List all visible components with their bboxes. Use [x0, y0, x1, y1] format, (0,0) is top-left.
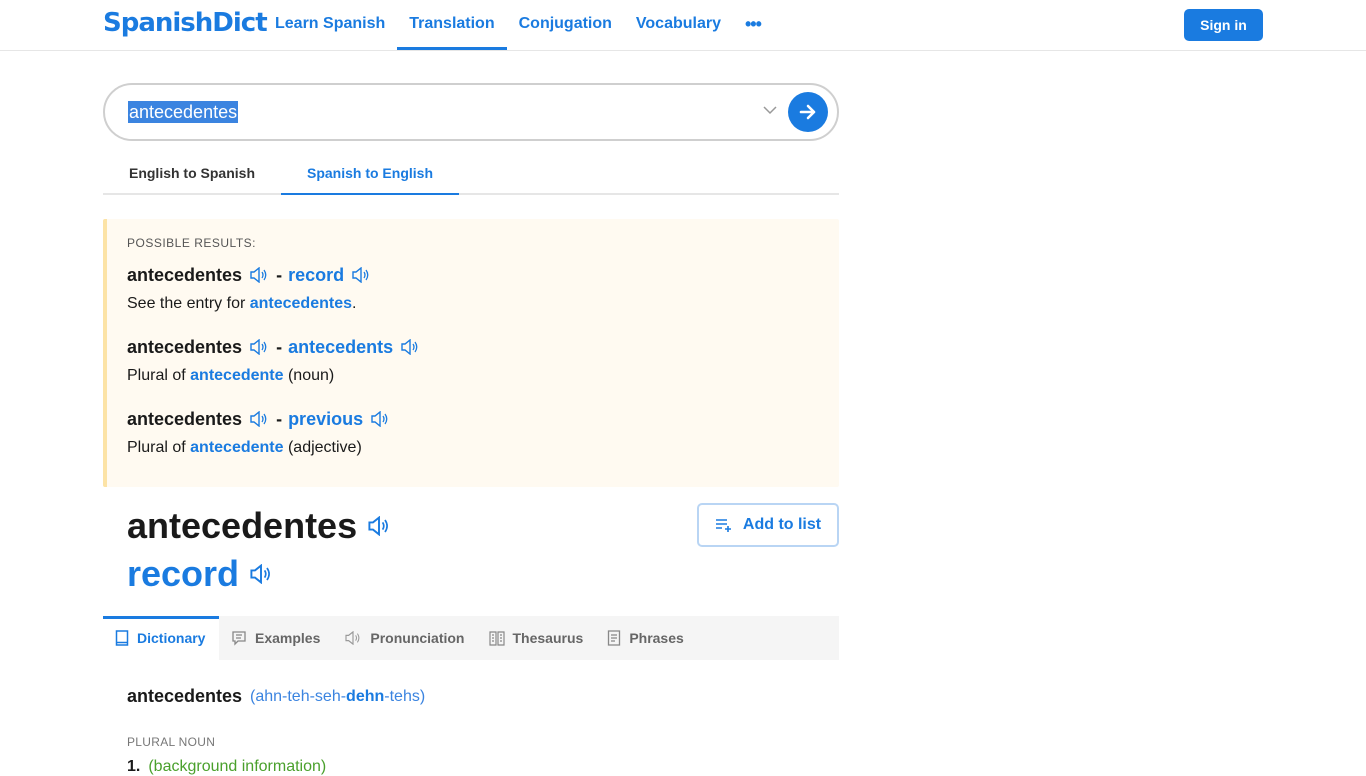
tab-label: Examples: [255, 630, 321, 646]
open-book-icon: [488, 631, 505, 646]
result-description: Plural of antecedente (adjective): [127, 439, 839, 459]
tab-label: Thesaurus: [512, 630, 584, 646]
tab-label: Dictionary: [137, 630, 206, 646]
separator: -: [276, 336, 283, 357]
result-description: See the entry for antecedentes.: [127, 295, 839, 315]
result-word: antecedentes: [127, 408, 243, 429]
tab-dictionary[interactable]: Dictionary: [103, 616, 219, 660]
part-of-speech: PLURAL NOUN: [127, 735, 216, 749]
result-word: antecedentes: [127, 336, 243, 357]
nav-learn-spanish[interactable]: Learn Spanish: [263, 0, 397, 50]
arrow-right-icon: [799, 104, 816, 120]
speech-bubble-icon: [232, 631, 246, 646]
tab-label: Pronunciation: [370, 630, 465, 646]
speaker-icon[interactable]: [249, 564, 273, 584]
speaker-icon[interactable]: [249, 339, 269, 355]
result-word: antecedentes: [127, 264, 243, 285]
sign-in-button[interactable]: Sign in: [1184, 9, 1263, 41]
more-menu-icon[interactable]: •••: [733, 0, 773, 50]
speaker-icon[interactable]: [249, 411, 269, 427]
result-translation-link[interactable]: antecedents: [288, 337, 393, 358]
book-icon: [115, 630, 129, 646]
logo[interactable]: SpanishDict: [103, 8, 268, 38]
entry-word: antecedentes: [127, 686, 243, 706]
desc-text: Plural of: [127, 439, 191, 456]
speaker-icon[interactable]: [400, 339, 420, 355]
speaker-icon[interactable]: [351, 267, 371, 283]
direction-tabs: English to Spanish Spanish to English: [103, 153, 839, 195]
pron-part: -tehs): [384, 688, 426, 705]
desc-text: See the entry for: [127, 295, 250, 312]
add-list-icon: [715, 519, 731, 532]
tab-thesaurus[interactable]: Thesaurus: [477, 616, 596, 660]
tab-label: Phrases: [629, 630, 684, 646]
tab-examples[interactable]: Examples: [219, 616, 332, 660]
pronunciation-guide: (ahn-teh-seh-dehn-tehs): [250, 688, 425, 706]
tab-spanish-to-english[interactable]: Spanish to English: [281, 153, 459, 195]
top-header: SpanishDict Learn Spanish Translation Co…: [0, 0, 1366, 51]
search-submit-button[interactable]: [788, 92, 828, 132]
content-tabs: Dictionary Examples Pronunciation Thesau…: [103, 616, 839, 660]
desc-text: (adjective): [283, 439, 362, 456]
pron-stress: dehn: [346, 688, 385, 705]
separator: -: [276, 408, 283, 429]
tab-english-to-spanish[interactable]: English to Spanish: [103, 153, 281, 193]
add-to-list-button[interactable]: Add to list: [697, 503, 839, 547]
main-nav: Learn Spanish Translation Conjugation Vo…: [263, 0, 773, 50]
sense-number: 1.: [127, 758, 141, 775]
possible-results-title: POSSIBLE RESULTS:: [127, 236, 256, 250]
nav-translation[interactable]: Translation: [397, 0, 507, 50]
speaker-icon[interactable]: [367, 516, 391, 536]
headword-translation: record: [127, 553, 273, 595]
tab-phrases[interactable]: Phrases: [595, 616, 695, 660]
nav-vocabulary[interactable]: Vocabulary: [624, 0, 733, 50]
sense-context: (background information): [148, 758, 327, 775]
entry-link[interactable]: antecedente: [190, 367, 283, 384]
tab-pronunciation[interactable]: Pronunciation: [332, 616, 476, 660]
speaker-icon: [345, 631, 360, 645]
speaker-icon[interactable]: [249, 267, 269, 283]
translation-text: record: [127, 553, 240, 594]
entry-link[interactable]: antecedentes: [250, 295, 352, 312]
chevron-down-icon[interactable]: [761, 101, 779, 119]
pron-part: (ahn-teh-seh-: [250, 688, 347, 705]
search-box[interactable]: antecedentes: [103, 83, 839, 141]
desc-text: .: [352, 295, 357, 312]
sense-line: 1. (background information): [127, 758, 326, 776]
search-input[interactable]: antecedentes: [128, 101, 239, 123]
desc-text: Plural of: [127, 367, 191, 384]
separator: -: [276, 264, 283, 285]
desc-text: (noun): [283, 367, 335, 384]
possible-results: POSSIBLE RESULTS: antecedentes - record …: [103, 219, 839, 487]
result-line: antecedentes - previous: [127, 407, 839, 431]
result-line: antecedentes - record: [127, 263, 839, 287]
speaker-icon[interactable]: [370, 411, 390, 427]
nav-conjugation[interactable]: Conjugation: [507, 0, 624, 50]
result-translation-link[interactable]: record: [288, 265, 344, 286]
entry-link[interactable]: antecedente: [190, 439, 283, 456]
result-line: antecedentes - antecedents: [127, 335, 839, 359]
document-icon: [608, 630, 621, 646]
headword: antecedentes: [127, 505, 391, 547]
headword-text: antecedentes: [127, 505, 358, 546]
result-translation-link[interactable]: previous: [288, 409, 363, 430]
add-to-list-label: Add to list: [742, 516, 822, 533]
result-description: Plural of antecedente (noun): [127, 367, 839, 387]
